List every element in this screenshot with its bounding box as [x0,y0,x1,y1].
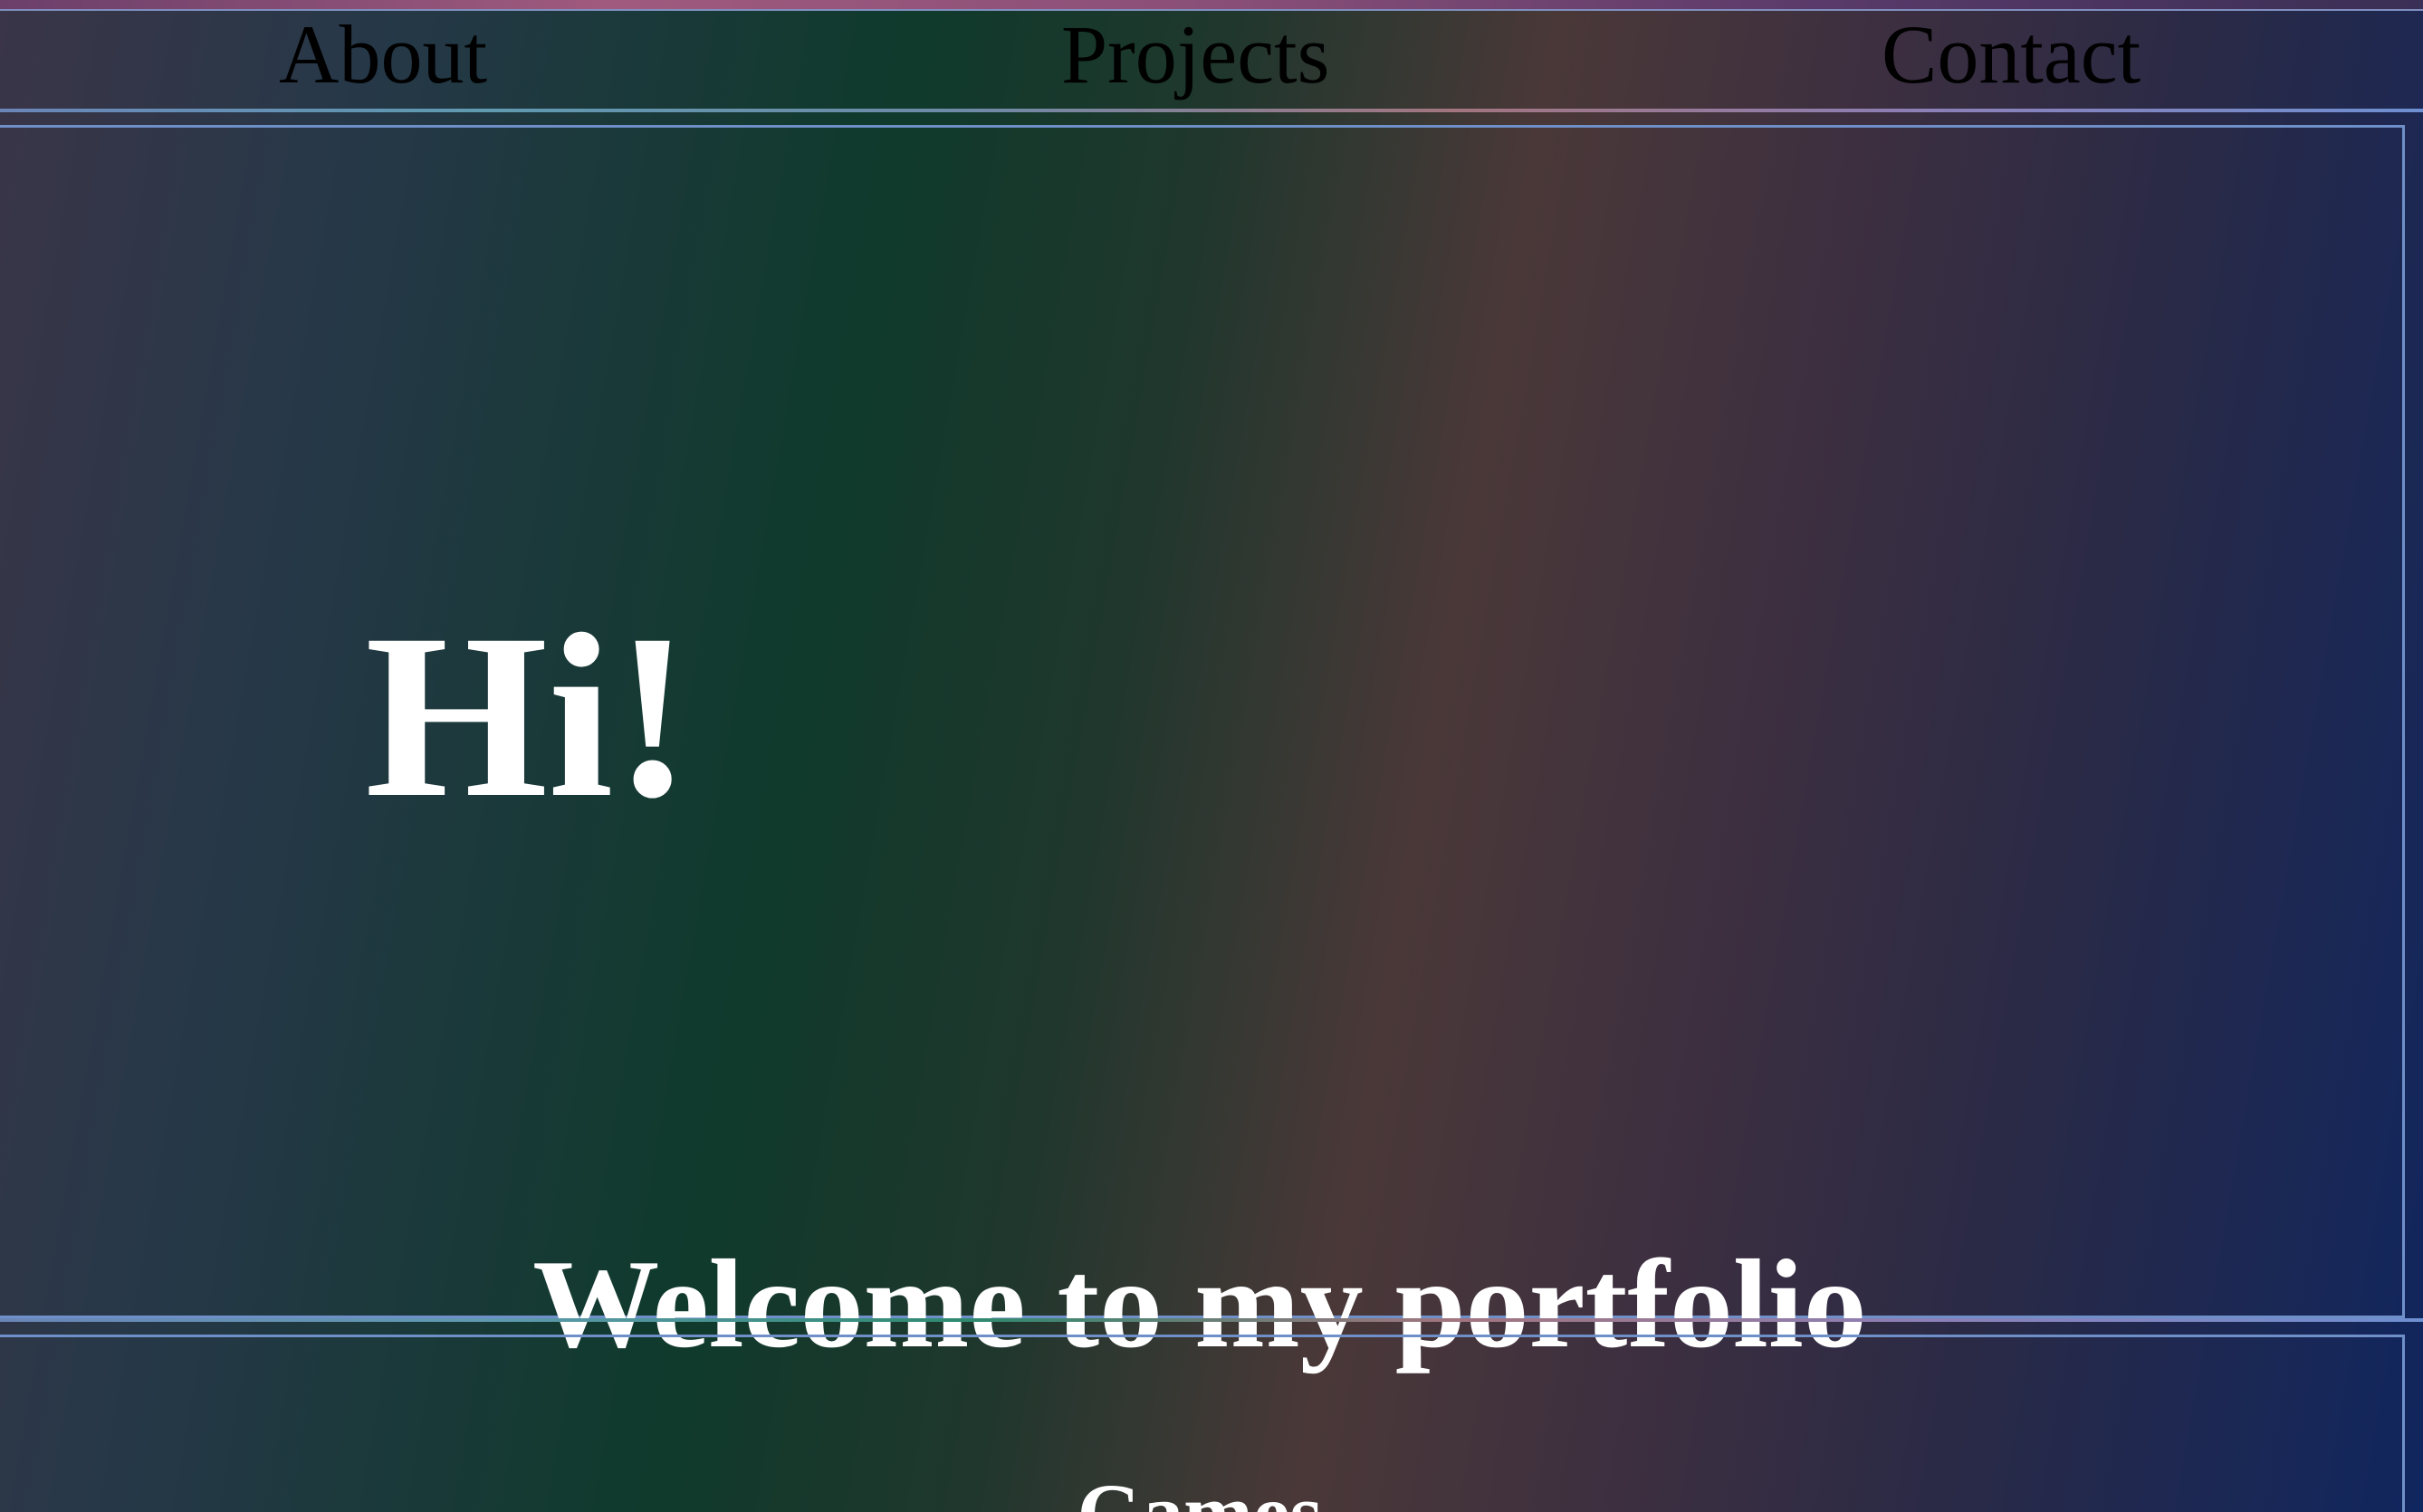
nav-divider [0,109,2423,112]
nav-link-contact[interactable]: Contact [1882,9,2140,100]
hero-greeting: Hi! [365,586,693,847]
games-section-title: Games [0,1471,2400,1512]
nav-link-projects[interactable]: Projects [1061,9,1329,100]
section-divider [0,1318,2423,1322]
hero-section: Hi! Welcome to my portfolio [0,125,2405,1368]
nav-link-about[interactable]: About [279,9,487,100]
top-navigation: About Projects Contact [0,9,2423,109]
games-section: Games [0,1335,2405,1512]
